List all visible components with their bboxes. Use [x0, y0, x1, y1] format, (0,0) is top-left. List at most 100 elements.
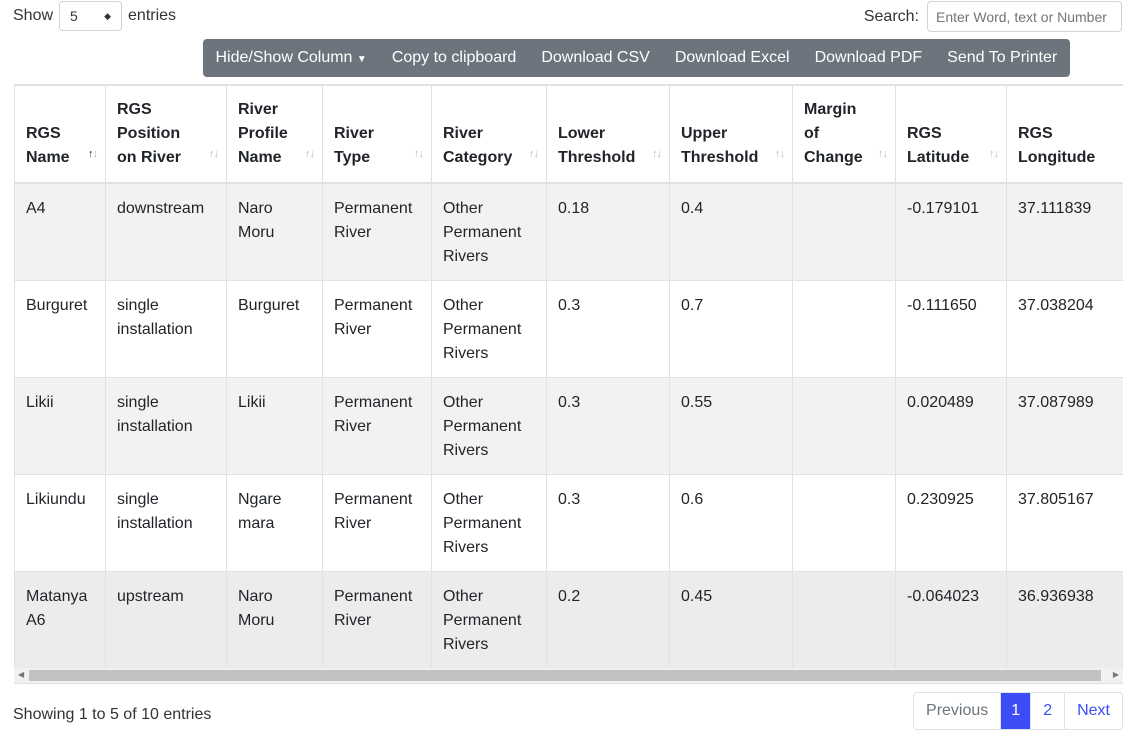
pdf-button[interactable]: Download PDF [802, 49, 935, 67]
table-cell: 0.45 [669, 570, 793, 668]
table-cell: Other Permanent Rivers [431, 473, 547, 571]
sort-icon: ↑↓ [305, 148, 315, 160]
table-cell: Naro Moru [226, 570, 323, 668]
table-cell: Permanent River [322, 570, 432, 668]
table-cell: Other Permanent Rivers [431, 182, 547, 280]
scroll-thumb[interactable] [29, 670, 1101, 681]
table-cell: A4 [14, 182, 106, 280]
table-cell: Burguret [226, 279, 323, 377]
export-buttons: Hide/Show Column ▼ Copy to clipboard Dow… [203, 39, 1070, 77]
table-cell: 0.18 [546, 182, 670, 280]
column-header[interactable]: River Category ↑↓ [431, 86, 547, 184]
table-row: Likiundu single installation Ngare mara Per… [14, 473, 1123, 571]
table-row: A4 downstream Naro Moru Permanent River Othe… [14, 182, 1123, 280]
table-cell: 0.4 [669, 182, 793, 280]
csv-button[interactable]: Download CSV [529, 49, 663, 67]
column-label: RGS Name [26, 125, 70, 166]
table-cell: Permanent River [322, 376, 432, 474]
pagination: Previous 1 2 Next [913, 692, 1123, 730]
table-cell: 0.55 [669, 376, 793, 474]
excel-button[interactable]: Download Excel [662, 49, 802, 67]
table-cell [792, 570, 896, 668]
column-header[interactable]: RGS Latitude ↑↓ [895, 86, 1007, 184]
copy-button[interactable]: Copy to clipboard [379, 49, 529, 67]
column-label: River Category [443, 125, 513, 166]
table-cell: Naro Moru [226, 182, 323, 280]
hide-show-column-button[interactable]: Hide/Show Column ▼ [203, 49, 379, 67]
table-cell: single installation [105, 376, 227, 474]
table-row: Burguret single installation Burguret Perma… [14, 279, 1123, 377]
table-cell: -0.179101 [895, 182, 1007, 280]
column-header[interactable]: RGS Name ↑↓ [14, 86, 106, 184]
table-cell: Likii [14, 376, 106, 474]
caret-down-icon: ▼ [356, 54, 367, 65]
table-cell: single installation [105, 473, 227, 571]
column-header[interactable]: Lower Threshold ↑↓ [546, 86, 670, 184]
scroll-right-icon[interactable]: ▶ [1113, 670, 1119, 679]
table-cell: upstream [105, 570, 227, 668]
table-cell: Other Permanent Rivers [431, 570, 547, 668]
sort-icon: ↑↓ [652, 148, 662, 160]
page-1[interactable]: 1 [1000, 693, 1031, 729]
table-cell: 37.038204 [1006, 279, 1123, 377]
search-input[interactable] [927, 1, 1122, 32]
page-2[interactable]: 2 [1030, 693, 1064, 729]
table-cell [792, 376, 896, 474]
sort-icon: ↑↓ [878, 148, 888, 160]
column-label: RGS Longitude [1018, 125, 1096, 166]
label: Hide/Show Column [215, 49, 353, 66]
table-cell: Ngare mara [226, 473, 323, 571]
table-cell: 0.6 [669, 473, 793, 571]
table-cell [792, 182, 896, 280]
horizontal-scrollbar[interactable]: ◀ ▶ [14, 668, 1123, 683]
sort-icon: ↑↓ [414, 148, 424, 160]
table-cell: single installation [105, 279, 227, 377]
column-header[interactable]: RGS Longitude↑↓ [1006, 86, 1123, 184]
table-cell: Burguret [14, 279, 106, 377]
table-row: Matanya A6 upstream Naro Moru Permanent Riv… [14, 570, 1123, 668]
table-row: Likii single installation Likii Permanent R… [14, 376, 1123, 474]
column-label: Upper Threshold [681, 125, 759, 166]
sort-icon: ↑↓ [209, 148, 219, 160]
search-box: Search: [864, 1, 1122, 32]
table-cell: 0.230925 [895, 473, 1007, 571]
table-cell: downstream [105, 182, 227, 280]
table-cell [792, 279, 896, 377]
table-cell: Permanent River [322, 279, 432, 377]
entries-value: 5 [70, 8, 78, 24]
updown-icon: ◆ [104, 10, 112, 21]
column-label: RGS Position on River [117, 101, 182, 166]
table-cell: 0.020489 [895, 376, 1007, 474]
column-label: Lower Threshold [558, 125, 636, 166]
table-cell: 37.111839 [1006, 182, 1123, 280]
column-header[interactable]: Upper Threshold ↑↓ [669, 86, 793, 184]
search-label: Search: [863, 7, 919, 25]
table-cell: 0.3 [546, 376, 670, 474]
column-header[interactable]: RGS Position on River ↑↓ [105, 86, 227, 184]
table-cell: -0.111650 [895, 279, 1007, 377]
entries-select[interactable]: 5 ◆ [59, 1, 123, 31]
table-cell [792, 473, 896, 571]
table-cell: -0.064023 [895, 570, 1007, 668]
column-label: River Profile Name [238, 101, 288, 166]
table-cell: 36.936938 [1006, 570, 1123, 668]
table-cell: Permanent River [322, 473, 432, 571]
column-header[interactable]: River Type ↑↓ [322, 86, 432, 184]
column-header[interactable]: Margin of Change ↑↓ [792, 86, 896, 184]
table-cell: 0.3 [546, 473, 670, 571]
sort-icon: ↑↓ [88, 148, 98, 160]
table-cell: Likiundu [14, 473, 106, 571]
next-button[interactable]: Next [1064, 693, 1122, 729]
data-table: RGS Name ↑↓ RGS Position on River ↑↓ River P… [14, 86, 1123, 668]
column-label: River Type [334, 125, 375, 166]
table-cell: Other Permanent Rivers [431, 279, 547, 377]
print-button[interactable]: Send To Printer [935, 49, 1070, 67]
column-label: Margin of Change [804, 101, 863, 166]
column-label: RGS Latitude [907, 125, 970, 166]
table-cell: 37.805167 [1006, 473, 1123, 571]
column-header[interactable]: River Profile Name ↑↓ [226, 86, 323, 184]
scroll-left-icon[interactable]: ◀ [18, 670, 24, 679]
length-control: Show 5 ◆ entries [13, 1, 176, 31]
table-cell: Likii [226, 376, 323, 474]
previous-button[interactable]: Previous [914, 693, 1000, 729]
